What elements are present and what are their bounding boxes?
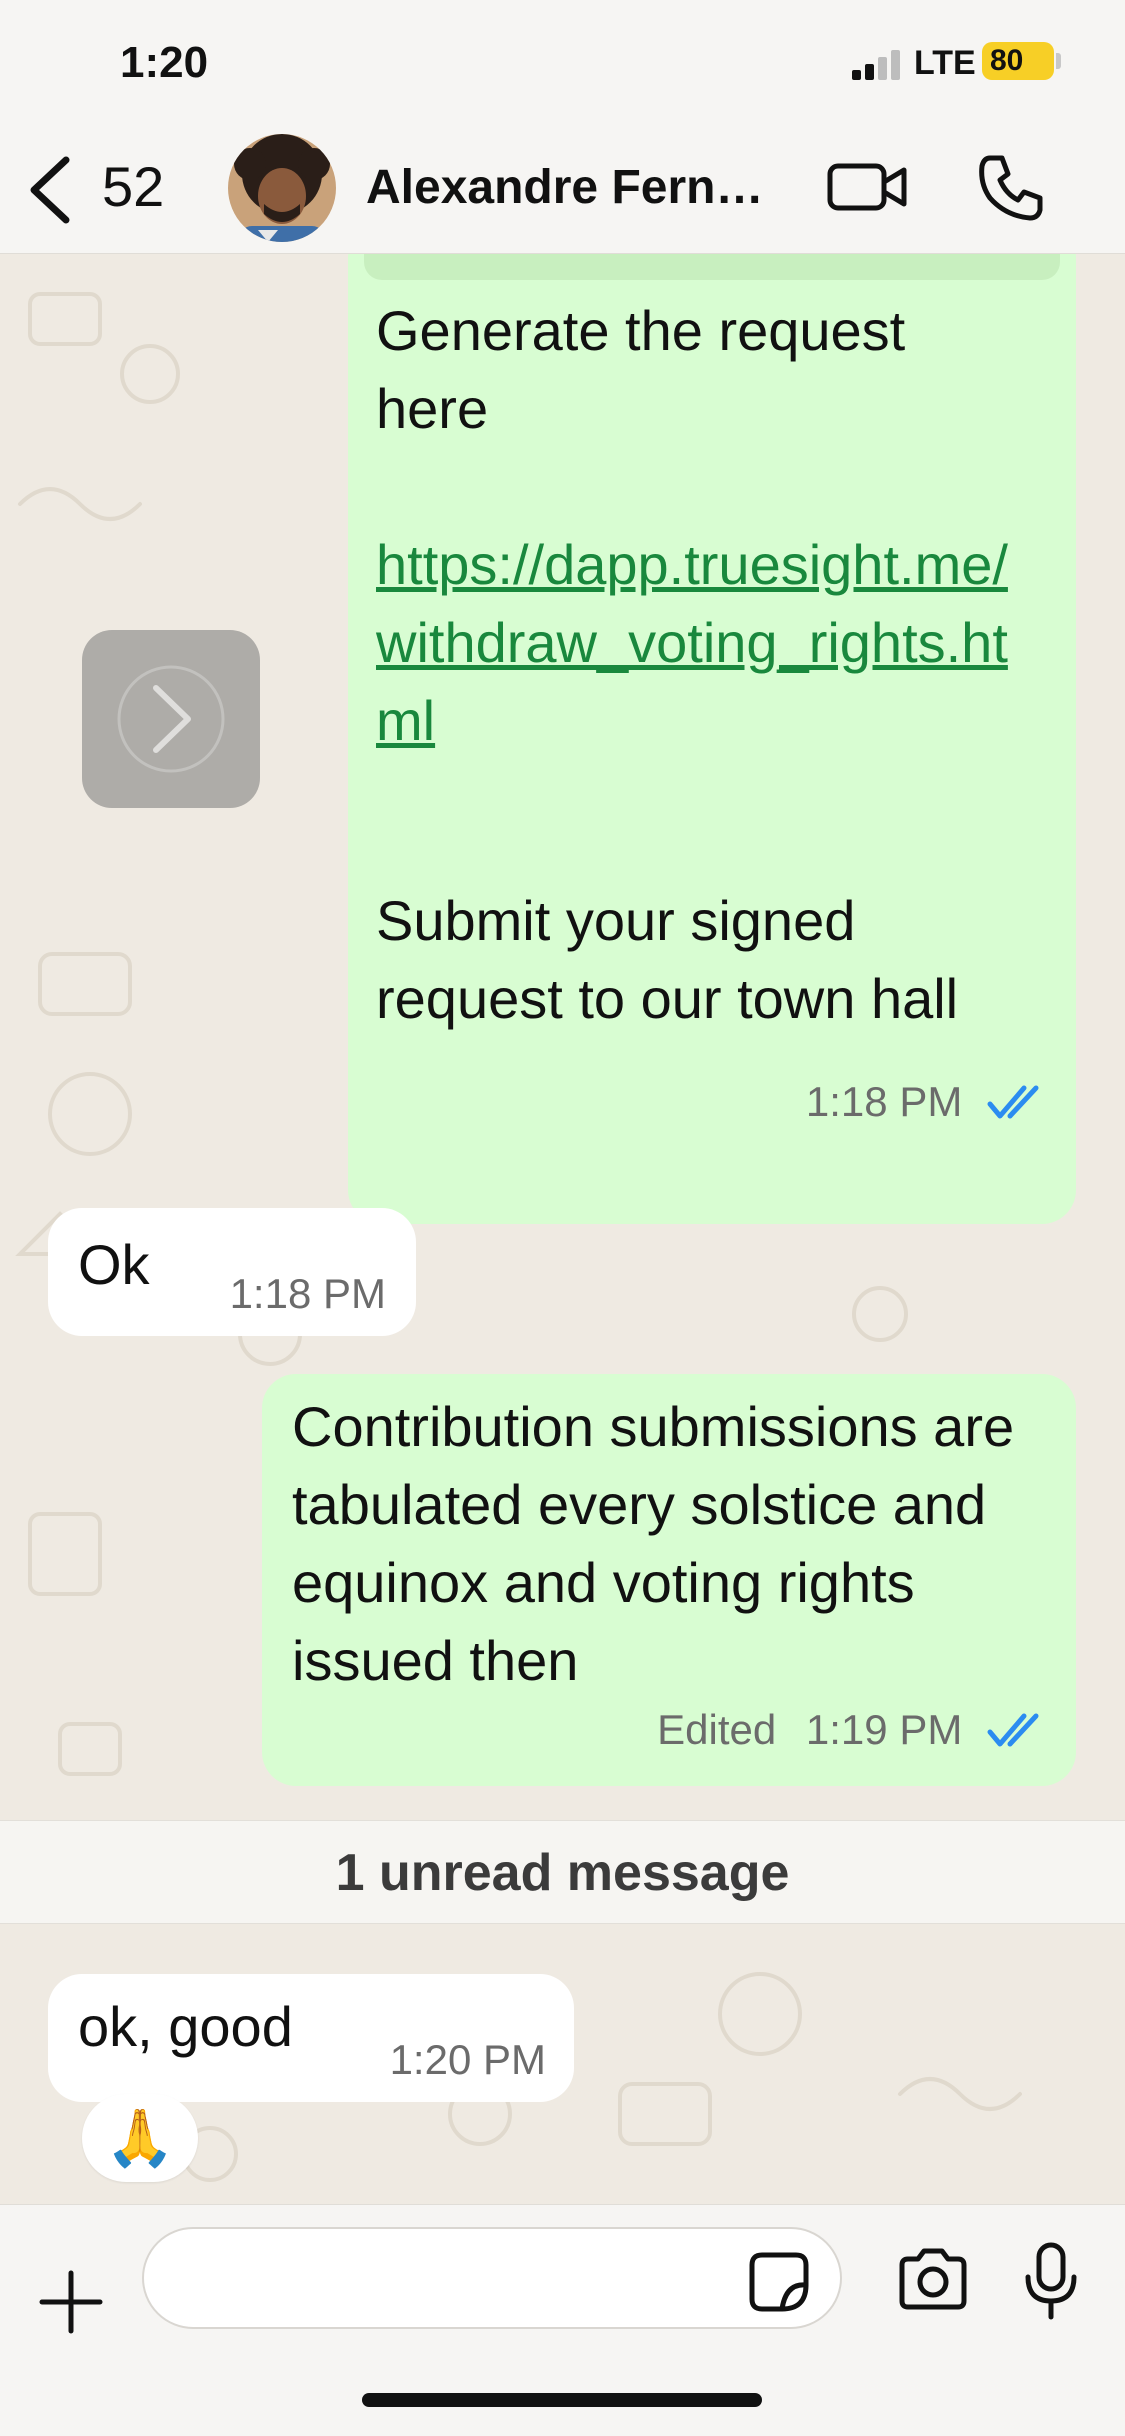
read-receipt-icon — [987, 1085, 1039, 1119]
chevron-left-icon[interactable] — [22, 148, 82, 232]
incoming-message-bubble[interactable]: Ok 1:18 PM — [48, 1208, 416, 1336]
message-time: 1:19 PM — [805, 1706, 963, 1753]
outgoing-message-bubble[interactable]: Generate the request here https://dapp.t… — [348, 254, 1076, 1224]
message-time: 1:18 PM — [229, 1270, 386, 1317]
microphone-icon[interactable] — [1020, 2241, 1082, 2321]
outgoing-message-bubble[interactable]: Contribution submissions are tabulated e… — [262, 1374, 1076, 1786]
message-text: Ok — [78, 1233, 150, 1296]
network-type: LTE — [914, 44, 976, 82]
message-text: Contribution submissions are tabulated e… — [292, 1395, 1015, 1692]
battery-indicator: 80 — [982, 42, 1054, 80]
camera-icon[interactable] — [896, 2247, 970, 2311]
video-call-icon[interactable] — [826, 152, 910, 222]
incoming-message-bubble[interactable]: ok, good 1:20 PM — [48, 1974, 574, 2102]
chat-header: 52 Alexandre Fernandes — [0, 130, 1125, 254]
phone-call-icon[interactable] — [976, 152, 1046, 222]
contact-name[interactable]: Alexandre Fernandes — [366, 160, 786, 215]
message-text: ok, good — [78, 1995, 293, 2058]
message-meta: 1:18 PM — [806, 1078, 1048, 1126]
message-reaction[interactable]: 🙏 — [82, 2094, 198, 2182]
sticker-icon[interactable] — [748, 2251, 810, 2313]
message-composer — [0, 2204, 1125, 2436]
plus-icon[interactable] — [38, 2269, 104, 2335]
message-time: 1:18 PM — [805, 1078, 963, 1125]
battery-tip — [1056, 53, 1061, 69]
message-text: Generate the request here — [376, 299, 906, 440]
status-bar: 1:20 LTE 80 — [0, 0, 1125, 130]
read-receipt-icon — [987, 1713, 1039, 1747]
forward-button[interactable] — [82, 630, 260, 808]
message-input[interactable] — [142, 2227, 842, 2329]
forward-icon — [117, 665, 225, 773]
message-time: 1:20 PM — [389, 2036, 546, 2083]
chat-messages[interactable]: Generate the request here https://dapp.t… — [0, 254, 1125, 2204]
status-time: 1:20 — [120, 38, 209, 87]
home-indicator[interactable] — [362, 2393, 762, 2407]
unread-divider: 1 unread message — [0, 1820, 1125, 1924]
message-meta: Edited 1:19 PM — [657, 1706, 1048, 1754]
quoted-preview — [364, 254, 1060, 280]
edited-label: Edited — [657, 1706, 777, 1753]
signal-strength-icon — [852, 50, 900, 80]
unread-chats-count[interactable]: 52 — [102, 154, 164, 219]
avatar[interactable] — [228, 134, 336, 242]
message-link[interactable]: https://dapp.truesight.me/withdraw_votin… — [376, 526, 1036, 760]
message-text: Submit your signed request to our town h… — [376, 889, 959, 1030]
